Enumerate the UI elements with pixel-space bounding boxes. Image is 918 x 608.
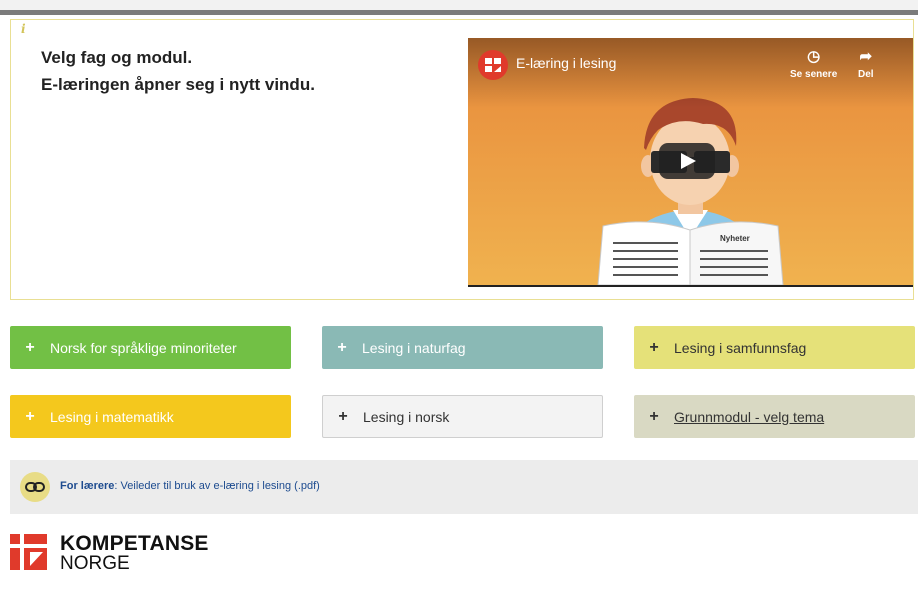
teacher-prefix: For lærere	[60, 480, 115, 492]
info-line-2: E-læringen åpner seg i nytt vindu.	[41, 75, 315, 94]
clock-icon: ◷	[807, 48, 821, 65]
share-button[interactable]: ➦ Del	[858, 48, 874, 80]
module-label: Lesing i norsk	[363, 408, 450, 425]
share-label: Del	[858, 69, 874, 80]
plus-icon: +	[649, 407, 659, 425]
info-panel: i Velg fag og modul. E-læringen åpner se…	[10, 19, 914, 300]
newspaper-text: Nyheter	[720, 234, 750, 243]
plus-icon: +	[25, 407, 35, 425]
module-label: Lesing i matematikk	[50, 408, 174, 425]
module-norsk-minoriteter-button[interactable]: + Norsk for språklige minoriteter	[10, 326, 291, 369]
teacher-link-text: : Veileder til bruk av e-læring i lesing…	[114, 480, 320, 492]
info-line-1: Velg fag og modul.	[41, 48, 193, 67]
module-label: Norsk for språklige minoriteter	[50, 339, 237, 356]
video-header-shade	[468, 38, 913, 108]
top-divider	[0, 10, 918, 15]
module-grunnmodul-button[interactable]: + Grunnmodul - velg tema	[634, 395, 915, 438]
module-label: Lesing i naturfag	[362, 339, 466, 356]
watch-later-button[interactable]: ◷ Se senere	[790, 48, 837, 80]
watch-later-label: Se senere	[790, 69, 838, 80]
share-arrow-icon: ➦	[859, 48, 873, 65]
module-label: Grunnmodul - velg tema	[674, 408, 825, 425]
info-text: Velg fag og modul. E-læringen åpner seg …	[41, 44, 315, 98]
logo-text-line-2: NORGE	[60, 553, 130, 574]
link-icon	[20, 472, 50, 502]
module-samfunnsfag-button[interactable]: + Lesing i samfunnsfag	[634, 326, 915, 369]
module-matematikk-button[interactable]: + Lesing i matematikk	[10, 395, 291, 438]
module-norsk-button[interactable]: + Lesing i norsk	[322, 395, 603, 438]
teacher-guide-link[interactable]: For lærere: Veileder til bruk av e-lærin…	[60, 480, 320, 492]
browser-edge	[0, 0, 918, 10]
module-naturfag-button[interactable]: + Lesing i naturfag	[322, 326, 603, 369]
info-icon: i	[21, 22, 26, 36]
plus-icon: +	[337, 338, 347, 356]
teacher-resources-bar: For lærere: Veileder til bruk av e-lærin…	[10, 460, 918, 514]
plus-icon: +	[338, 407, 348, 425]
plus-icon: +	[649, 338, 659, 356]
channel-logo-icon[interactable]	[478, 50, 508, 80]
plus-icon: +	[25, 338, 35, 356]
play-button[interactable]	[659, 143, 715, 179]
video-title[interactable]: E-læring i lesing	[516, 55, 616, 71]
video-player[interactable]: Nyheter E-læring i lesing ◷ Se senere ➦ …	[468, 38, 913, 287]
kompetanse-norge-logo-icon[interactable]	[10, 533, 50, 573]
module-label: Lesing i samfunnsfag	[674, 339, 807, 356]
